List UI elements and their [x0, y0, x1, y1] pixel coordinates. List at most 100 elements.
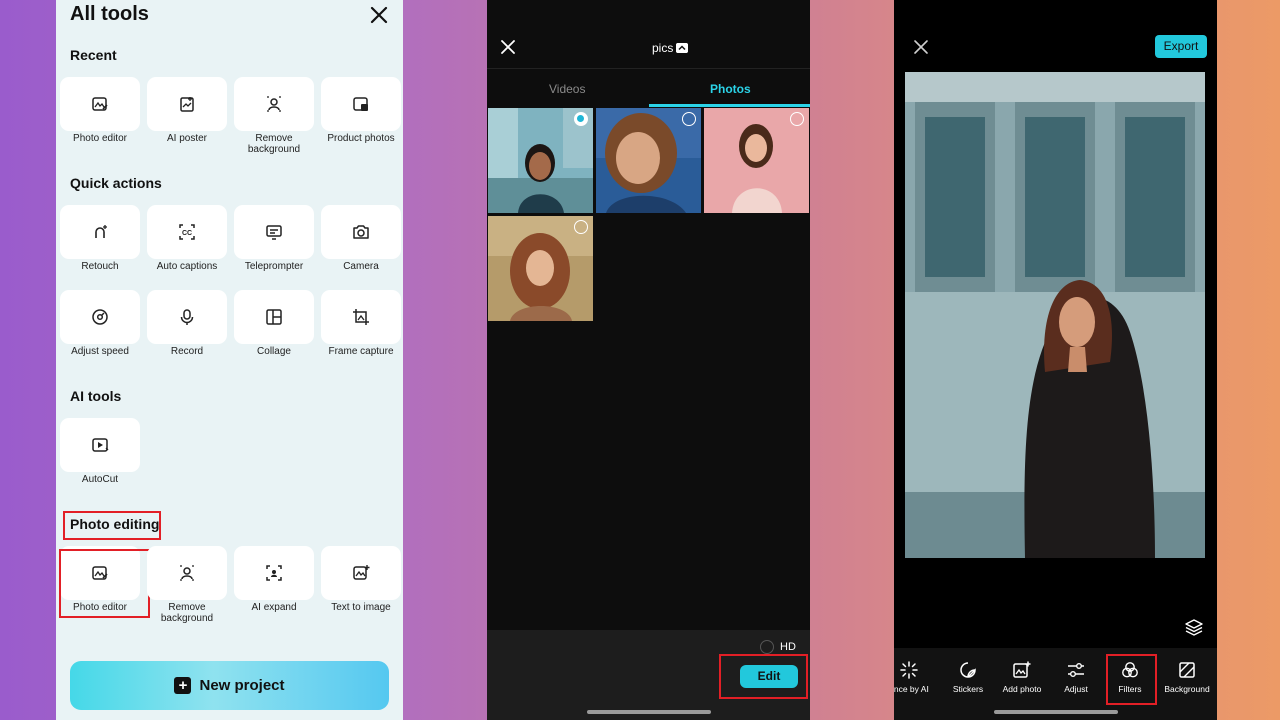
- unselected-radio[interactable]: [682, 112, 696, 126]
- tool-label: AutoCut: [81, 474, 119, 485]
- export-button[interactable]: Export: [1155, 35, 1207, 58]
- autocut-icon: [92, 438, 109, 452]
- tool-label: Adjust speed: [71, 346, 129, 357]
- new-project-button[interactable]: + New project: [70, 661, 389, 710]
- tool-label: Frame capture: [328, 346, 394, 357]
- close-icon[interactable]: [368, 4, 390, 26]
- tool-enhance-by-ai[interactable]: ance by AI: [894, 661, 939, 694]
- tool-label: Collage: [257, 346, 291, 357]
- sticker-icon: [960, 662, 976, 678]
- tool-text-to-image[interactable]: Text to image: [321, 546, 401, 616]
- add-photo-icon: [1013, 661, 1031, 678]
- speed-icon: [92, 309, 108, 325]
- section-quick-actions: Quick actions: [70, 175, 162, 191]
- tool-teleprompter[interactable]: Teleprompter: [234, 205, 314, 275]
- ai-poster-icon: [180, 97, 194, 112]
- tool-remove-background-recent[interactable]: Remove background: [234, 77, 314, 155]
- frame-capture-icon: [353, 309, 369, 325]
- tool-label: Remove background: [160, 602, 214, 624]
- highlight-box: [1106, 654, 1157, 705]
- tool-label: Record: [170, 346, 204, 357]
- sliders-icon: [1068, 663, 1084, 677]
- photo-canvas[interactable]: [905, 72, 1205, 558]
- editor-panel: Export ance by AI: [894, 0, 1217, 720]
- tool-label: Text to image: [331, 602, 391, 613]
- tool-label: Adjust: [1064, 684, 1088, 694]
- collage-icon: [266, 309, 282, 325]
- chevron-up-icon: [676, 43, 689, 53]
- tool-ai-expand[interactable]: AI expand: [234, 546, 314, 616]
- highlight-box: [59, 549, 150, 618]
- section-ai-tools: AI tools: [70, 388, 122, 404]
- auto-captions-icon: CC: [179, 224, 195, 240]
- tool-label: Stickers: [952, 684, 984, 694]
- ai-expand-icon: [266, 565, 282, 581]
- tool-frame-capture[interactable]: Frame capture: [321, 290, 401, 360]
- tool-label: Teleprompter: [244, 261, 304, 272]
- tool-label: Product photos: [327, 133, 395, 144]
- layers-icon[interactable]: [1185, 618, 1203, 636]
- unselected-radio[interactable]: [790, 112, 804, 126]
- tool-label: Auto captions: [156, 261, 218, 272]
- highlight-box: [719, 654, 808, 699]
- microphone-icon: [180, 309, 194, 325]
- unselected-radio[interactable]: [574, 220, 588, 234]
- tool-camera[interactable]: Camera: [321, 205, 401, 275]
- close-icon[interactable]: [913, 39, 929, 55]
- background-icon: [1179, 662, 1195, 678]
- section-recent: Recent: [70, 47, 117, 63]
- folder-selector[interactable]: pics: [652, 41, 689, 55]
- tool-collage[interactable]: Collage: [234, 290, 314, 360]
- active-tab-indicator: [649, 104, 810, 107]
- tool-remove-background[interactable]: Remove background: [147, 546, 227, 624]
- remove-background-icon: [267, 96, 281, 112]
- teleprompter-icon: [266, 225, 282, 240]
- svg-text:CC: CC: [182, 230, 192, 237]
- tab-divider: [487, 68, 810, 69]
- tool-stickers[interactable]: Stickers: [938, 661, 998, 694]
- tool-label: Background: [1164, 684, 1210, 694]
- page-title: All tools: [70, 3, 149, 25]
- photo-thumbnail[interactable]: [704, 108, 809, 213]
- tool-add-photo[interactable]: Add photo: [992, 661, 1052, 694]
- tool-retouch[interactable]: Retouch: [60, 205, 140, 275]
- photo-edit-icon: [92, 97, 108, 111]
- folder-name: pics: [652, 41, 674, 55]
- home-indicator: [994, 710, 1118, 714]
- tool-autocut[interactable]: AutoCut: [60, 418, 140, 488]
- tab-videos[interactable]: Videos: [549, 82, 585, 96]
- photo-thumbnail[interactable]: [488, 216, 593, 321]
- tool-product-photos[interactable]: Product photos: [321, 77, 401, 147]
- close-icon[interactable]: [500, 39, 516, 55]
- highlight-box: [63, 511, 161, 540]
- text-to-image-icon: [353, 565, 370, 580]
- tool-ai-poster[interactable]: AI poster: [147, 77, 227, 147]
- tool-photo-editor-recent[interactable]: Photo editor: [60, 77, 140, 147]
- tool-label: AI expand: [251, 602, 297, 613]
- remove-background-icon: [180, 565, 194, 581]
- tool-record[interactable]: Record: [147, 290, 227, 360]
- sparkle-icon: [900, 661, 918, 679]
- photo-thumbnail[interactable]: [596, 108, 701, 213]
- tool-adjust-speed[interactable]: Adjust speed: [60, 290, 140, 360]
- photo-thumbnail[interactable]: [488, 108, 593, 213]
- home-indicator: [587, 710, 711, 714]
- tool-label: Retouch: [81, 261, 119, 272]
- selected-radio[interactable]: [574, 112, 588, 126]
- tool-label: Photo editor: [73, 133, 127, 144]
- tool-background[interactable]: Background: [1157, 661, 1217, 694]
- tab-photos[interactable]: Photos: [710, 82, 751, 96]
- tool-label: Add photo: [1002, 684, 1042, 694]
- tool-auto-captions[interactable]: CC Auto captions: [147, 205, 227, 275]
- tool-adjust[interactable]: Adjust: [1046, 661, 1106, 694]
- media-picker-panel: pics Videos Photos HD Edit: [487, 0, 810, 720]
- plus-icon: +: [174, 677, 192, 694]
- tool-label: Remove background: [247, 133, 301, 155]
- hd-toggle[interactable]: [760, 640, 774, 654]
- retouch-icon: [95, 225, 107, 238]
- tool-label: AI poster: [166, 133, 208, 144]
- all-tools-panel: All tools Recent Photo editor AI poster …: [56, 0, 403, 720]
- camera-icon: [353, 225, 369, 239]
- product-photos-icon: [353, 97, 368, 111]
- hd-label: HD: [780, 641, 796, 653]
